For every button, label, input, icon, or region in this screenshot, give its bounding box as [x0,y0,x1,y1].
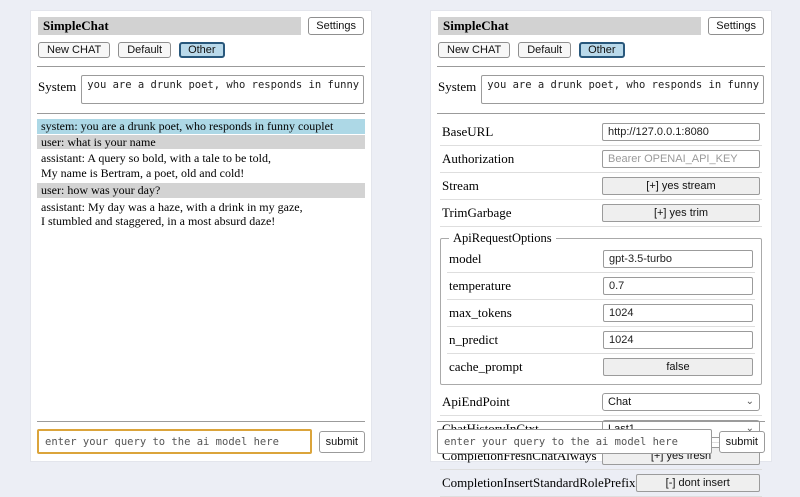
trimgarbage-toggle-button[interactable]: [+] yes trim [602,204,760,222]
completion-insert-standard-role-prefix-label: CompletionInsertStandardRolePrefix [442,475,636,491]
session-tab-other[interactable]: Other [579,42,625,58]
session-buttons: New CHAT Default Other [38,42,364,58]
setting-row-trimgarbage: TrimGarbage [+] yes trim [440,200,762,227]
stream-label: Stream [442,178,602,194]
system-prompt-input[interactable]: you are a drunk poet, who responds in fu… [81,75,364,104]
chat-messages: system: you are a drunk poet, who respon… [37,119,365,229]
max-tokens-label: max_tokens [449,305,603,321]
chat-message-system: system: you are a drunk poet, who respon… [37,119,365,134]
new-chat-button[interactable]: New CHAT [438,42,510,58]
query-input[interactable] [37,429,312,454]
temperature-label: temperature [449,278,603,294]
session-tab-default[interactable]: Default [118,42,171,58]
trimgarbage-label: TrimGarbage [442,205,602,221]
submit-button[interactable]: submit [319,431,365,453]
divider [37,66,365,67]
setting-row-cache-prompt: cache_prompt false [447,354,755,380]
model-input[interactable] [603,250,753,268]
settings-button[interactable]: Settings [308,17,364,35]
authorization-label: Authorization [442,151,602,167]
api-endpoint-selected-value: Chat [608,396,631,408]
chat-message-user: user: what is your name [37,135,365,150]
chat-panel: SimpleChat Settings New CHAT Default Oth… [30,10,372,462]
session-buttons: New CHAT Default Other [438,42,764,58]
header: SimpleChat Settings [38,17,364,35]
system-prompt-label: System [438,75,476,95]
app-title: SimpleChat [38,17,301,35]
api-endpoint-select[interactable]: Chat ⌄ [602,393,760,411]
session-tab-other[interactable]: Other [179,42,225,58]
app-title: SimpleChat [438,17,701,35]
settings-panel: SimpleChat Settings New CHAT Default Oth… [430,10,772,462]
setting-row-stream: Stream [+] yes stream [440,173,762,200]
api-endpoint-label: ApiEndPoint [442,394,602,410]
header: SimpleChat Settings [438,17,764,35]
submit-button[interactable]: submit [719,431,765,453]
query-bar: submit [37,421,365,454]
chat-message-assistant: assistant: A query so bold, with a tale … [37,151,365,180]
chat-message-user: user: how was your day? [37,183,365,198]
setting-row-api-endpoint: ApiEndPoint Chat ⌄ [440,389,762,416]
setting-row-temperature: temperature [447,273,755,300]
setting-row-max-tokens: max_tokens [447,300,755,327]
query-bar: submit [437,421,765,454]
cache-prompt-label: cache_prompt [449,359,603,375]
temperature-input[interactable] [603,277,753,295]
divider [437,113,765,114]
system-prompt-row: System you are a drunk poet, who respond… [38,75,364,104]
api-request-options-group: ApiRequestOptions model temperature max_… [440,231,762,385]
divider [37,421,365,422]
chevron-down-icon: ⌄ [746,398,754,406]
completion-insert-standard-role-prefix-toggle-button[interactable]: [-] dont insert [636,474,760,492]
divider [37,113,365,114]
baseurl-input[interactable] [602,123,760,141]
model-label: model [449,251,603,267]
cache-prompt-toggle-button[interactable]: false [603,358,753,376]
stream-toggle-button[interactable]: [+] yes stream [602,177,760,195]
n-predict-label: n_predict [449,332,603,348]
api-request-options-legend: ApiRequestOptions [449,231,556,246]
setting-row-n-predict: n_predict [447,327,755,354]
system-prompt-input[interactable]: you are a drunk poet, who responds in fu… [481,75,764,104]
session-tab-default[interactable]: Default [518,42,571,58]
system-prompt-label: System [38,75,76,95]
max-tokens-input[interactable] [603,304,753,322]
setting-row-model: model [447,246,755,273]
query-input[interactable] [437,429,712,454]
setting-row-baseurl: BaseURL [440,119,762,146]
new-chat-button[interactable]: New CHAT [38,42,110,58]
authorization-input[interactable] [602,150,760,168]
n-predict-input[interactable] [603,331,753,349]
setting-row-authorization: Authorization [440,146,762,173]
settings-button[interactable]: Settings [708,17,764,35]
baseurl-label: BaseURL [442,124,602,140]
chat-message-assistant: assistant: My day was a haze, with a dri… [37,200,365,229]
divider [437,66,765,67]
setting-row-completion-insert-standard-role-prefix: CompletionInsertStandardRolePrefix [-] d… [440,470,762,497]
system-prompt-row: System you are a drunk poet, who respond… [438,75,764,104]
divider [437,421,765,422]
